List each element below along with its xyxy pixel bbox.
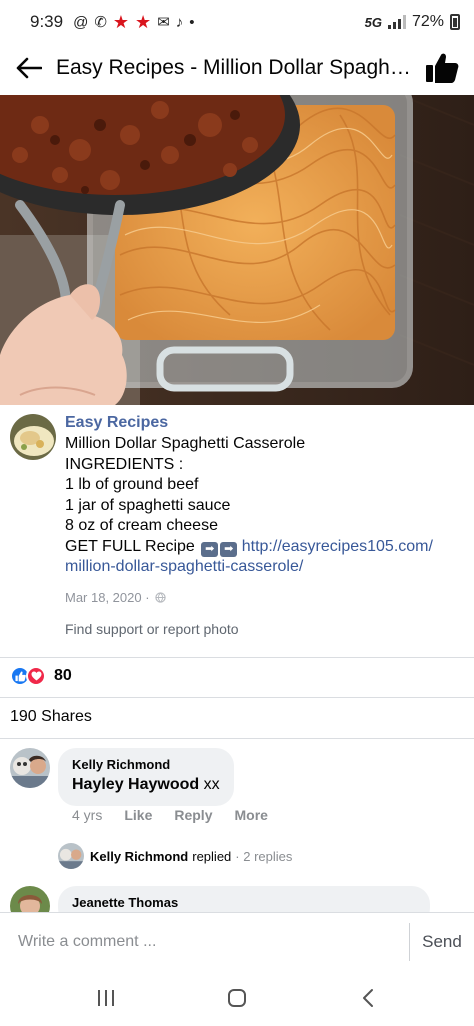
spaghetti-casserole-photo — [0, 95, 474, 405]
like-page-button[interactable] — [424, 50, 460, 86]
chevron-left-icon — [363, 989, 374, 1007]
network-type: 5G — [364, 14, 382, 30]
post-text-line: 1 lb of ground beef — [65, 476, 199, 493]
post-date-text: Mar 18, 2020 · — [65, 589, 150, 605]
battery-level: 72% — [411, 13, 444, 30]
recent-apps-button[interactable] — [76, 978, 136, 1018]
comment-actions: 4 yrs Like Reply More — [72, 807, 268, 823]
comment-bubble[interactable]: Kelly Richmond Hayley Haywood xx — [58, 748, 234, 806]
status-left: 9:39 @ ✆ ★ ★ ✉ ♪ • — [30, 12, 195, 33]
reply-count: · 2 replies — [235, 848, 293, 864]
love-reaction-icon — [26, 666, 46, 686]
post-text-line: Million Dollar Spaghetti Casserole — [65, 435, 306, 452]
comment-composer: Send — [0, 912, 474, 970]
post-photo[interactable] — [0, 95, 474, 405]
page-avatar[interactable] — [10, 414, 56, 460]
home-icon — [227, 989, 246, 1007]
post-content: Easy Recipes Million Dollar Spaghetti Ca… — [0, 412, 474, 637]
mail-icon: ✉ — [157, 13, 170, 31]
star-icon: ★ — [135, 11, 152, 32]
thumbs-up-icon — [426, 53, 459, 83]
right-arrow-icon: ➡ — [220, 541, 238, 557]
tiktok-icon: ♪ — [175, 13, 184, 31]
public-audience-icon — [154, 591, 166, 603]
signal-icon — [387, 15, 406, 29]
status-time: 9:39 — [30, 12, 64, 31]
divider — [0, 697, 474, 698]
reply-author: Kelly Richmond — [90, 848, 189, 864]
more-notifications-icon: • — [189, 13, 195, 31]
avatar-image — [10, 748, 50, 788]
battery-icon — [450, 14, 460, 30]
post-row: Easy Recipes Million Dollar Spaghetti Ca… — [0, 412, 474, 637]
divider — [0, 657, 474, 658]
cta-text: GET FULL Recipe — [65, 537, 195, 555]
mention-link[interactable]: Hayley Haywood — [72, 776, 199, 793]
comment: Kelly Richmond Hayley Haywood xx — [10, 748, 234, 806]
reply-verb: replied — [192, 848, 232, 864]
comment-author[interactable]: Jeanette Thomas — [72, 894, 416, 912]
view-replies[interactable]: Kelly Richmond replied · 2 replies — [58, 843, 292, 869]
back-arrow-icon — [16, 57, 42, 79]
recent-apps-icon — [97, 990, 114, 1006]
page-avatar-image — [10, 414, 56, 460]
recipe-link-continued[interactable]: million-dollar-spaghetti-casserole/ — [65, 557, 464, 578]
reaction-count: 80 — [54, 667, 72, 684]
status-bar: 9:39 @ ✆ ★ ★ ✉ ♪ • 5G 72% — [0, 0, 474, 44]
send-button[interactable]: Send — [410, 932, 474, 952]
post-date: Mar 18, 2020 · — [65, 590, 464, 605]
post-cta-line: GET FULL Recipe ➡ ➡ http://easyrecipes105… — [65, 537, 464, 558]
comment-input[interactable] — [0, 913, 409, 970]
comment-reply-button[interactable]: Reply — [174, 807, 212, 823]
post-text-line: 8 oz of cream cheese — [65, 517, 218, 534]
back-button[interactable] — [14, 53, 44, 83]
phone-call-icon: ✆ — [94, 13, 107, 31]
divider — [0, 738, 474, 739]
comment-text: Hayley Haywood xx — [72, 774, 220, 796]
post-text-line: INGREDIENTS : — [65, 455, 184, 473]
page-title: Easy Recipes - Million Dollar Spaghet... — [56, 56, 418, 79]
comment-text-body: xx — [199, 776, 220, 793]
commenter-avatar[interactable] — [10, 748, 50, 788]
shares-count[interactable]: 190 Shares — [10, 708, 92, 726]
reply-avatar — [58, 843, 84, 869]
home-button[interactable] — [207, 978, 267, 1018]
post-body: Easy Recipes Million Dollar Spaghetti Ca… — [65, 412, 464, 637]
right-arrow-icon: ➡ — [201, 541, 219, 557]
status-right: 5G 72% — [365, 13, 460, 31]
reactions-summary[interactable]: 80 — [10, 666, 72, 686]
system-back-button[interactable] — [338, 978, 398, 1018]
star-icon: ★ — [112, 11, 130, 32]
comment-like-button[interactable]: Like — [124, 807, 152, 823]
report-photo-link[interactable]: Find support or report photo — [65, 621, 464, 637]
comment-time: 4 yrs — [72, 807, 103, 823]
recipe-link[interactable]: http://easyrecipes105.com/ — [242, 538, 433, 555]
threads-icon: @ — [73, 13, 89, 31]
comment-author[interactable]: Kelly Richmond — [72, 756, 220, 774]
app-header: Easy Recipes - Million Dollar Spaghet... — [0, 44, 474, 92]
system-nav-bar — [0, 970, 474, 1026]
post-text-line: 1 jar of spaghetti sauce — [65, 496, 231, 514]
comment-more-button[interactable]: More — [234, 807, 267, 823]
page-name-link[interactable]: Easy Recipes — [65, 412, 464, 434]
